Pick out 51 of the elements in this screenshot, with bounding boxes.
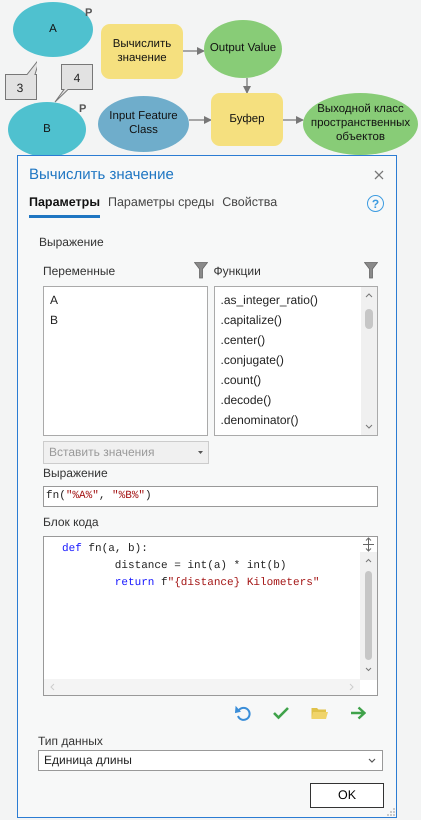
callout-bubble: 4 [54, 64, 93, 104]
close-icon[interactable] [374, 170, 384, 180]
undo-icon[interactable] [235, 704, 251, 721]
list-item[interactable]: .as_integer_ratio() [214, 290, 361, 310]
code-line: def fn(a, b): [62, 542, 148, 557]
tab[interactable]: Свойства [222, 193, 278, 218]
variable-node[interactable]: Выходной класс пространственных объектов [303, 93, 418, 155]
arrow-right-icon[interactable] [350, 704, 366, 721]
check-icon[interactable] [273, 704, 289, 721]
tool-node[interactable]: Вычислить значение [101, 24, 183, 79]
tab[interactable]: Параметры [29, 193, 100, 218]
code-editor[interactable]: def fn(a, b): distance = int(a) * int(b) return f"{distance} Kilometers" [43, 536, 378, 696]
list-item[interactable]: .decode() [214, 390, 361, 410]
list-header: Функции [214, 262, 261, 280]
field-label: Блок кода [43, 514, 100, 531]
parameter-tag: P [85, 5, 92, 22]
vertical-scrollbar[interactable] [361, 286, 377, 435]
list-header: Переменные [43, 262, 116, 280]
field-label: Выражение [43, 464, 109, 482]
section-label: Выражение [39, 234, 105, 251]
vertical-scrollbar[interactable] [360, 552, 377, 680]
filter-icon[interactable] [194, 262, 208, 280]
split-icon[interactable] [360, 536, 377, 552]
tool-node[interactable]: Буфер [211, 93, 283, 146]
tab[interactable]: Параметры среды [108, 193, 214, 218]
dialog-title: Вычислить значение [29, 164, 174, 185]
list-item[interactable]: .center() [214, 330, 361, 350]
list-item[interactable]: .capitalize() [214, 310, 361, 330]
horizontal-scrollbar[interactable] [44, 678, 360, 695]
list-item[interactable]: .count() [214, 370, 361, 390]
variable-node[interactable]: Input Feature Class [98, 96, 189, 152]
connector-arrow [183, 47, 205, 55]
chevron-down-icon [368, 758, 376, 763]
resize-grip-icon[interactable] [386, 807, 396, 817]
filter-icon[interactable] [364, 262, 378, 280]
code-line: return f"{distance} Kilometers" [114, 576, 320, 591]
list-item[interactable]: .denominator() [214, 410, 361, 430]
code-line: distance = int(a) * int(b) [114, 558, 286, 574]
list-item[interactable]: B [44, 310, 206, 330]
ok-button[interactable]: OK [310, 782, 384, 808]
expression-field[interactable]: fn("%A%", "%B%") [43, 486, 378, 507]
connector-arrow [283, 116, 304, 124]
list-item[interactable]: .conjugate() [214, 350, 361, 370]
parameter-tag: P [79, 101, 86, 118]
field-label: Тип данных [38, 732, 104, 750]
caret-icon [198, 450, 203, 454]
variable-node[interactable]: Output Value [204, 20, 282, 78]
connector-arrow [189, 116, 212, 124]
connector-arrow [243, 78, 251, 94]
list-item[interactable]: A [44, 290, 206, 310]
data-type-dropdown[interactable]: Единица длины [38, 750, 383, 771]
